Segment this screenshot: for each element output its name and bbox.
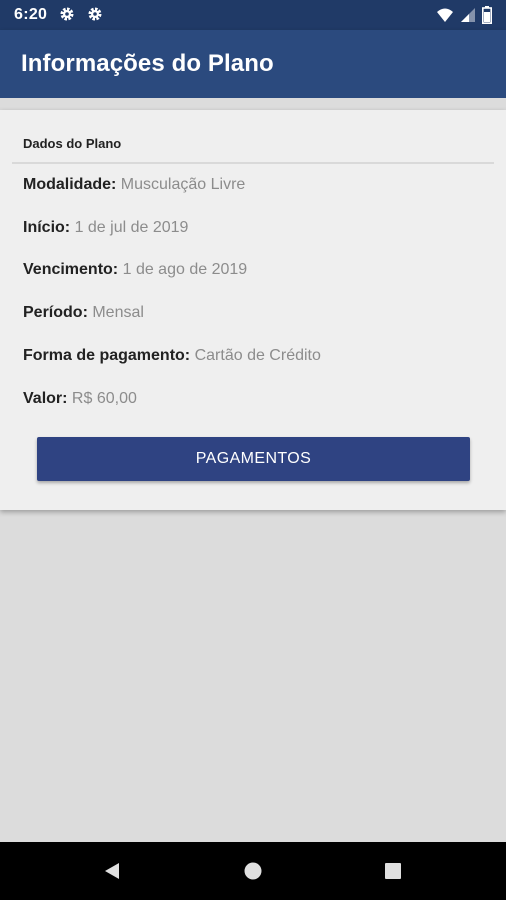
navigation-bar: [0, 842, 506, 900]
row-label: Forma de pagamento:: [23, 347, 191, 364]
row-value: Musculação Livre: [120, 176, 246, 193]
row-modalidade: Modalidade: Musculação Livre: [23, 176, 245, 194]
row-label: Início:: [23, 219, 71, 236]
status-time: 6:20: [14, 6, 48, 23]
row-value: R$ 60,00: [71, 390, 137, 407]
row-label: Valor:: [23, 390, 68, 407]
gear-icon: [59, 6, 75, 25]
gear-icon: [87, 6, 103, 25]
divider: [12, 162, 494, 164]
status-bar: 6:20: [0, 0, 506, 30]
recents-icon[interactable]: [378, 856, 408, 886]
row-inicio: Início: 1 de jul de 2019: [23, 219, 188, 237]
row-label: Período:: [23, 304, 88, 321]
row-value: Mensal: [92, 304, 144, 321]
plan-details-card: Dados do Plano Modalidade: Musculação Li…: [0, 110, 506, 510]
battery-icon: [482, 6, 492, 29]
row-value: Cartão de Crédito: [194, 347, 321, 364]
back-icon[interactable]: [97, 856, 127, 886]
card-header: Dados do Plano: [23, 136, 122, 151]
home-icon[interactable]: [238, 856, 268, 886]
page-title: Informações do Plano: [21, 50, 274, 77]
row-valor: Valor: R$ 60,00: [23, 390, 137, 408]
app-bar: Informações do Plano: [0, 30, 506, 98]
wifi-icon: [436, 7, 454, 28]
signal-icon: [460, 7, 476, 28]
pagamentos-button[interactable]: PAGAMENTOS: [37, 437, 470, 481]
content-area: Dados do Plano Modalidade: Musculação Li…: [0, 98, 506, 842]
row-value: 1 de ago de 2019: [122, 261, 248, 278]
row-periodo: Período: Mensal: [23, 304, 144, 322]
row-label: Vencimento:: [23, 261, 119, 278]
row-label: Modalidade:: [23, 176, 117, 193]
row-value: 1 de jul de 2019: [74, 219, 189, 236]
row-vencimento: Vencimento: 1 de ago de 2019: [23, 261, 247, 279]
row-forma-pagamento: Forma de pagamento: Cartão de Crédito: [23, 347, 321, 365]
